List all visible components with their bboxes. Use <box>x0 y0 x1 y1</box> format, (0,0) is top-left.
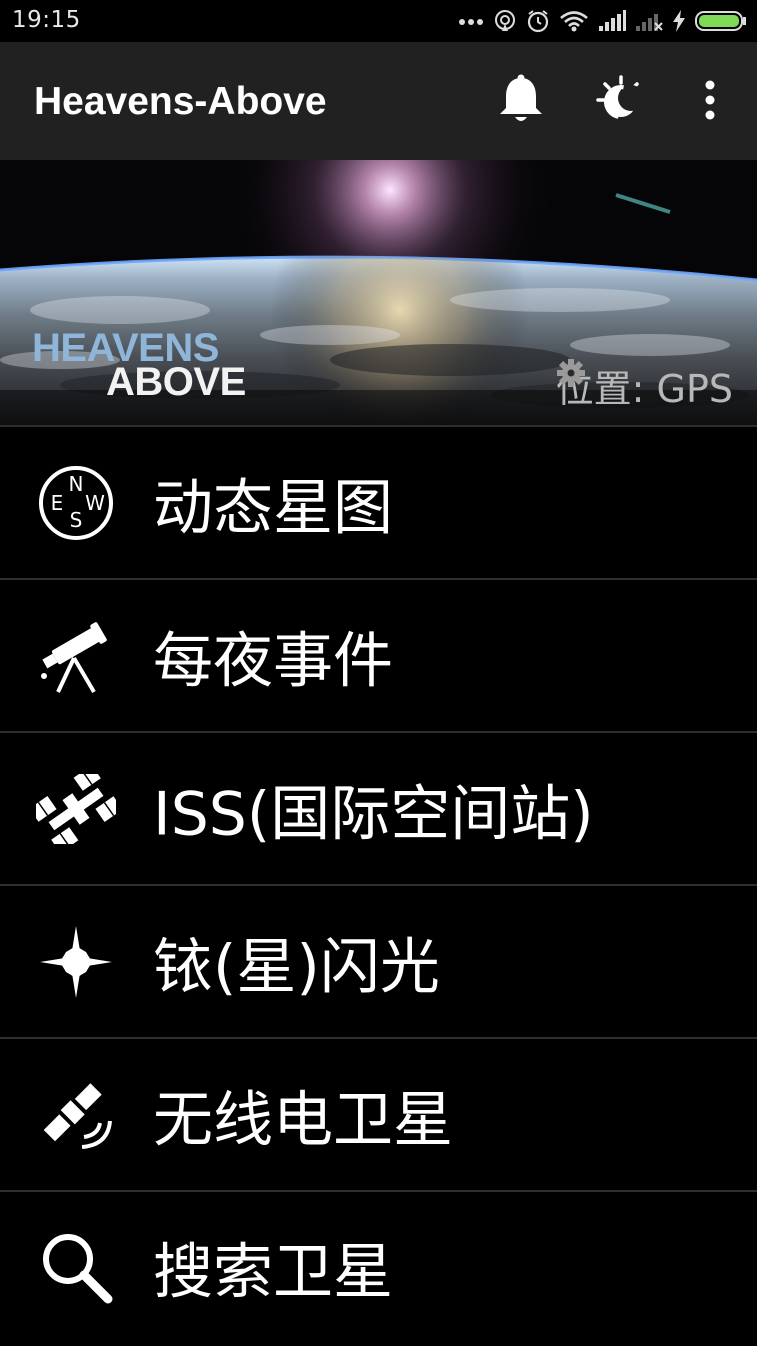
night-mode-icon <box>595 74 647 130</box>
notification-bell-icon <box>496 74 546 130</box>
status-bar: 19:15 <box>0 0 757 42</box>
header-banner-image: HEAVENS ABOVE 位置: GPS <box>0 160 757 425</box>
screen: 19:15 Heavens-Above HEAVENS ABOVE 位置: GP… <box>0 0 757 1346</box>
menu-item-iss[interactable]: ISS(国际空间站) <box>0 731 757 884</box>
wifi-icon <box>559 10 589 32</box>
charging-bolt-icon <box>672 10 686 32</box>
menu-item-nightly-events[interactable]: 每夜事件 <box>0 578 757 731</box>
hotspot-icon <box>493 9 517 33</box>
more-dots-icon <box>458 16 484 26</box>
svg-text:N: N <box>69 472 84 496</box>
location-selector[interactable]: 位置: GPS <box>556 358 739 413</box>
status-icons <box>458 6 747 36</box>
svg-text:S: S <box>70 508 83 532</box>
menu-item-radio-satellites[interactable]: 无线电卫星 <box>0 1037 757 1190</box>
telescope-icon <box>36 616 116 696</box>
night-mode-button[interactable] <box>589 70 653 134</box>
alarm-icon <box>526 9 550 33</box>
menu-label-nightly-events: 每夜事件 <box>153 626 393 696</box>
flare-star-icon <box>36 922 116 1002</box>
overflow-menu-icon <box>704 80 716 124</box>
menu-item-sky-chart[interactable]: N S E W 动态星图 <box>0 425 757 578</box>
app-title: Heavens-Above <box>34 80 327 123</box>
radio-satellite-icon <box>36 1075 116 1155</box>
signal-no-service-icon <box>635 10 663 32</box>
status-time: 19:15 <box>12 7 81 33</box>
heavens-above-logo: HEAVENS ABOVE <box>32 328 246 402</box>
notification-bell-button[interactable] <box>489 70 553 134</box>
app-bar: Heavens-Above <box>0 42 757 160</box>
logo-line-above: ABOVE <box>106 360 246 404</box>
signal-icon <box>598 10 626 32</box>
menu-label-iss: ISS(国际空间站) <box>153 779 594 849</box>
menu-label-sky-chart: 动态星图 <box>153 473 393 543</box>
overflow-menu-button[interactable] <box>678 70 742 134</box>
menu-label-search-satellites: 搜索卫星 <box>153 1237 393 1308</box>
menu-label-radio-satellites: 无线电卫星 <box>153 1085 453 1155</box>
search-icon <box>36 1227 116 1307</box>
compass-icon: N S E W <box>36 463 116 543</box>
menu-item-iridium-flares[interactable]: 铱(星)闪光 <box>0 884 757 1037</box>
space-station-icon <box>36 769 116 849</box>
battery-icon <box>695 10 747 32</box>
main-menu: N S E W 动态星图 每夜事件 ISS(国际空间站) 铱(星)闪光 无线电卫… <box>0 425 757 1342</box>
svg-text:W: W <box>85 491 105 515</box>
svg-text:E: E <box>51 491 64 515</box>
menu-label-iridium-flares: 铱(星)闪光 <box>153 932 440 1002</box>
menu-item-search-satellites[interactable]: 搜索卫星 <box>0 1190 757 1342</box>
